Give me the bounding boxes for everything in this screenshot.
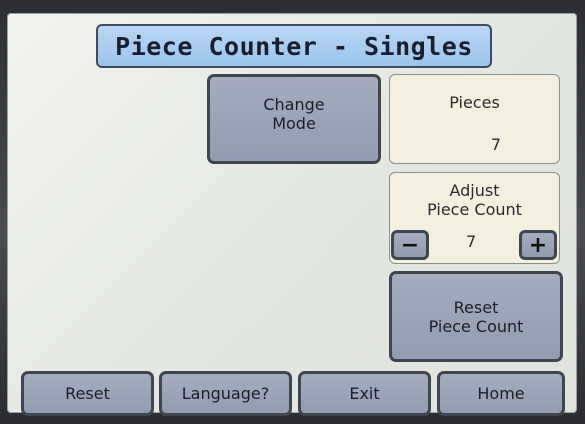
pieces-panel: Pieces 7 [389, 74, 560, 164]
reset-button[interactable]: Reset [21, 371, 154, 416]
pieces-label: Pieces [449, 93, 500, 112]
reset-piece-count-button[interactable]: Reset Piece Count [389, 271, 563, 362]
language-button[interactable]: Language? [159, 371, 292, 416]
exit-button[interactable]: Exit [298, 371, 431, 416]
screen-title: Piece Counter - Singles [96, 24, 492, 68]
pieces-value: 7 [490, 135, 501, 154]
decrement-button[interactable]: − [391, 230, 429, 260]
adjust-piece-count-value: 7 [466, 232, 477, 251]
adjust-piece-count-label: Adjust Piece Count [427, 181, 522, 219]
increment-button[interactable]: + [519, 230, 557, 260]
home-button[interactable]: Home [437, 371, 565, 416]
change-mode-button[interactable]: Change Mode [207, 74, 381, 164]
